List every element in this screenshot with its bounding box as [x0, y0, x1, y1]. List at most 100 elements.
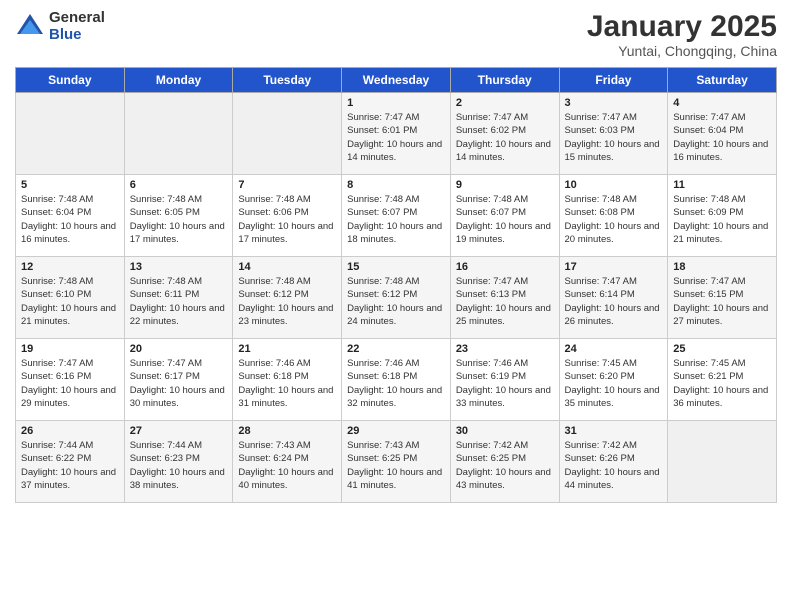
day-number: 30	[456, 425, 554, 437]
day-number: 5	[21, 179, 119, 191]
calendar-cell: 25 Sunrise: 7:45 AM Sunset: 6:21 PM Dayli…	[668, 339, 777, 421]
calendar-cell: 10 Sunrise: 7:48 AM Sunset: 6:08 PM Dayli…	[559, 175, 668, 257]
calendar-cell: 6 Sunrise: 7:48 AM Sunset: 6:05 PM Daylig…	[124, 175, 233, 257]
day-info: Sunrise: 7:48 AM Sunset: 6:07 PM Dayligh…	[347, 193, 445, 246]
day-info: Sunrise: 7:47 AM Sunset: 6:16 PM Dayligh…	[21, 357, 119, 410]
day-number: 16	[456, 261, 554, 273]
day-info: Sunrise: 7:48 AM Sunset: 6:06 PM Dayligh…	[238, 193, 336, 246]
day-number: 3	[565, 97, 663, 109]
calendar-cell	[16, 93, 125, 175]
logo-blue: Blue	[49, 27, 105, 44]
calendar-cell: 1Sunrise: 7:47 AM Sunset: 6:01 PM Daylig…	[342, 93, 451, 175]
day-info: Sunrise: 7:43 AM Sunset: 6:25 PM Dayligh…	[347, 439, 445, 492]
day-number: 9	[456, 179, 554, 191]
day-number: 27	[130, 425, 228, 437]
day-number: 31	[565, 425, 663, 437]
day-info: Sunrise: 7:48 AM Sunset: 6:11 PM Dayligh…	[130, 275, 228, 328]
day-number: 15	[347, 261, 445, 273]
day-number: 6	[130, 179, 228, 191]
day-info: Sunrise: 7:47 AM Sunset: 6:13 PM Dayligh…	[456, 275, 554, 328]
calendar-cell: 24Sunrise: 7:45 AM Sunset: 6:20 PM Dayli…	[559, 339, 668, 421]
calendar-cell: 31 Sunrise: 7:42 AM Sunset: 6:26 PM Dayli…	[559, 421, 668, 503]
day-number: 14	[238, 261, 336, 273]
day-number: 17	[565, 261, 663, 273]
calendar-body: 1Sunrise: 7:47 AM Sunset: 6:01 PM Daylig…	[16, 93, 777, 503]
day-info: Sunrise: 7:44 AM Sunset: 6:22 PM Dayligh…	[21, 439, 119, 492]
calendar-cell: 28Sunrise: 7:43 AM Sunset: 6:24 PM Dayli…	[233, 421, 342, 503]
day-number: 8	[347, 179, 445, 191]
calendar-cell: 16 Sunrise: 7:47 AM Sunset: 6:13 PM Dayli…	[450, 257, 559, 339]
calendar-cell: 8 Sunrise: 7:48 AM Sunset: 6:07 PM Daylig…	[342, 175, 451, 257]
calendar-cell	[124, 93, 233, 175]
day-number: 21	[238, 343, 336, 355]
calendar-cell: 14 Sunrise: 7:48 AM Sunset: 6:12 PM Dayli…	[233, 257, 342, 339]
title-block: January 2025 Yuntai, Chongqing, China	[587, 10, 777, 59]
day-info: Sunrise: 7:46 AM Sunset: 6:18 PM Dayligh…	[347, 357, 445, 410]
day-info: Sunrise: 7:48 AM Sunset: 6:10 PM Dayligh…	[21, 275, 119, 328]
day-number: 13	[130, 261, 228, 273]
day-number: 4	[673, 97, 771, 109]
day-info: Sunrise: 7:42 AM Sunset: 6:25 PM Dayligh…	[456, 439, 554, 492]
col-sunday: Sunday	[16, 68, 125, 93]
day-info: Sunrise: 7:46 AM Sunset: 6:19 PM Dayligh…	[456, 357, 554, 410]
calendar-cell: 30 Sunrise: 7:42 AM Sunset: 6:25 PM Dayli…	[450, 421, 559, 503]
day-info: Sunrise: 7:48 AM Sunset: 6:05 PM Dayligh…	[130, 193, 228, 246]
calendar-cell: 21 Sunrise: 7:46 AM Sunset: 6:18 PM Dayli…	[233, 339, 342, 421]
calendar-cell: 11Sunrise: 7:48 AM Sunset: 6:09 PM Dayli…	[668, 175, 777, 257]
day-info: Sunrise: 7:48 AM Sunset: 6:08 PM Dayligh…	[565, 193, 663, 246]
col-monday: Monday	[124, 68, 233, 93]
day-info: Sunrise: 7:48 AM Sunset: 6:12 PM Dayligh…	[238, 275, 336, 328]
subtitle: Yuntai, Chongqing, China	[587, 43, 777, 59]
day-info: Sunrise: 7:43 AM Sunset: 6:24 PM Dayligh…	[238, 439, 336, 492]
main-title: January 2025	[587, 10, 777, 43]
day-info: Sunrise: 7:47 AM Sunset: 6:17 PM Dayligh…	[130, 357, 228, 410]
logo-general: General	[49, 10, 105, 27]
calendar-cell: 2Sunrise: 7:47 AM Sunset: 6:02 PM Daylig…	[450, 93, 559, 175]
calendar-cell: 4 Sunrise: 7:47 AM Sunset: 6:04 PM Daylig…	[668, 93, 777, 175]
day-info: Sunrise: 7:47 AM Sunset: 6:03 PM Dayligh…	[565, 111, 663, 164]
logo-icon	[15, 12, 45, 42]
calendar-cell: 22Sunrise: 7:46 AM Sunset: 6:18 PM Dayli…	[342, 339, 451, 421]
calendar-cell: 19Sunrise: 7:47 AM Sunset: 6:16 PM Dayli…	[16, 339, 125, 421]
col-saturday: Saturday	[668, 68, 777, 93]
day-info: Sunrise: 7:47 AM Sunset: 6:04 PM Dayligh…	[673, 111, 771, 164]
calendar-week-0: 1Sunrise: 7:47 AM Sunset: 6:01 PM Daylig…	[16, 93, 777, 175]
day-number: 26	[21, 425, 119, 437]
header: General Blue January 2025 Yuntai, Chongq…	[15, 10, 777, 59]
day-info: Sunrise: 7:47 AM Sunset: 6:15 PM Dayligh…	[673, 275, 771, 328]
day-info: Sunrise: 7:45 AM Sunset: 6:21 PM Dayligh…	[673, 357, 771, 410]
day-number: 7	[238, 179, 336, 191]
logo: General Blue	[15, 10, 105, 43]
calendar-cell	[668, 421, 777, 503]
day-number: 18	[673, 261, 771, 273]
day-info: Sunrise: 7:47 AM Sunset: 6:14 PM Dayligh…	[565, 275, 663, 328]
calendar-table: Sunday Monday Tuesday Wednesday Thursday…	[15, 67, 777, 503]
header-row: Sunday Monday Tuesday Wednesday Thursday…	[16, 68, 777, 93]
calendar-cell: 27Sunrise: 7:44 AM Sunset: 6:23 PM Dayli…	[124, 421, 233, 503]
calendar-cell: 29Sunrise: 7:43 AM Sunset: 6:25 PM Dayli…	[342, 421, 451, 503]
col-wednesday: Wednesday	[342, 68, 451, 93]
page: General Blue January 2025 Yuntai, Chongq…	[0, 0, 792, 612]
day-number: 2	[456, 97, 554, 109]
calendar-cell: 7 Sunrise: 7:48 AM Sunset: 6:06 PM Daylig…	[233, 175, 342, 257]
calendar-cell: 15Sunrise: 7:48 AM Sunset: 6:12 PM Dayli…	[342, 257, 451, 339]
day-info: Sunrise: 7:46 AM Sunset: 6:18 PM Dayligh…	[238, 357, 336, 410]
calendar-week-1: 5 Sunrise: 7:48 AM Sunset: 6:04 PM Daylig…	[16, 175, 777, 257]
calendar-cell: 9Sunrise: 7:48 AM Sunset: 6:07 PM Daylig…	[450, 175, 559, 257]
day-info: Sunrise: 7:42 AM Sunset: 6:26 PM Dayligh…	[565, 439, 663, 492]
day-number: 20	[130, 343, 228, 355]
day-info: Sunrise: 7:48 AM Sunset: 6:09 PM Dayligh…	[673, 193, 771, 246]
day-info: Sunrise: 7:48 AM Sunset: 6:04 PM Dayligh…	[21, 193, 119, 246]
calendar-cell: 5 Sunrise: 7:48 AM Sunset: 6:04 PM Daylig…	[16, 175, 125, 257]
col-thursday: Thursday	[450, 68, 559, 93]
day-number: 10	[565, 179, 663, 191]
col-tuesday: Tuesday	[233, 68, 342, 93]
calendar-week-3: 19Sunrise: 7:47 AM Sunset: 6:16 PM Dayli…	[16, 339, 777, 421]
calendar-cell: 23Sunrise: 7:46 AM Sunset: 6:19 PM Dayli…	[450, 339, 559, 421]
calendar-cell: 20 Sunrise: 7:47 AM Sunset: 6:17 PM Dayli…	[124, 339, 233, 421]
day-number: 12	[21, 261, 119, 273]
day-number: 25	[673, 343, 771, 355]
calendar-cell: 3 Sunrise: 7:47 AM Sunset: 6:03 PM Daylig…	[559, 93, 668, 175]
calendar-week-4: 26 Sunrise: 7:44 AM Sunset: 6:22 PM Dayli…	[16, 421, 777, 503]
calendar-cell: 18 Sunrise: 7:47 AM Sunset: 6:15 PM Dayli…	[668, 257, 777, 339]
